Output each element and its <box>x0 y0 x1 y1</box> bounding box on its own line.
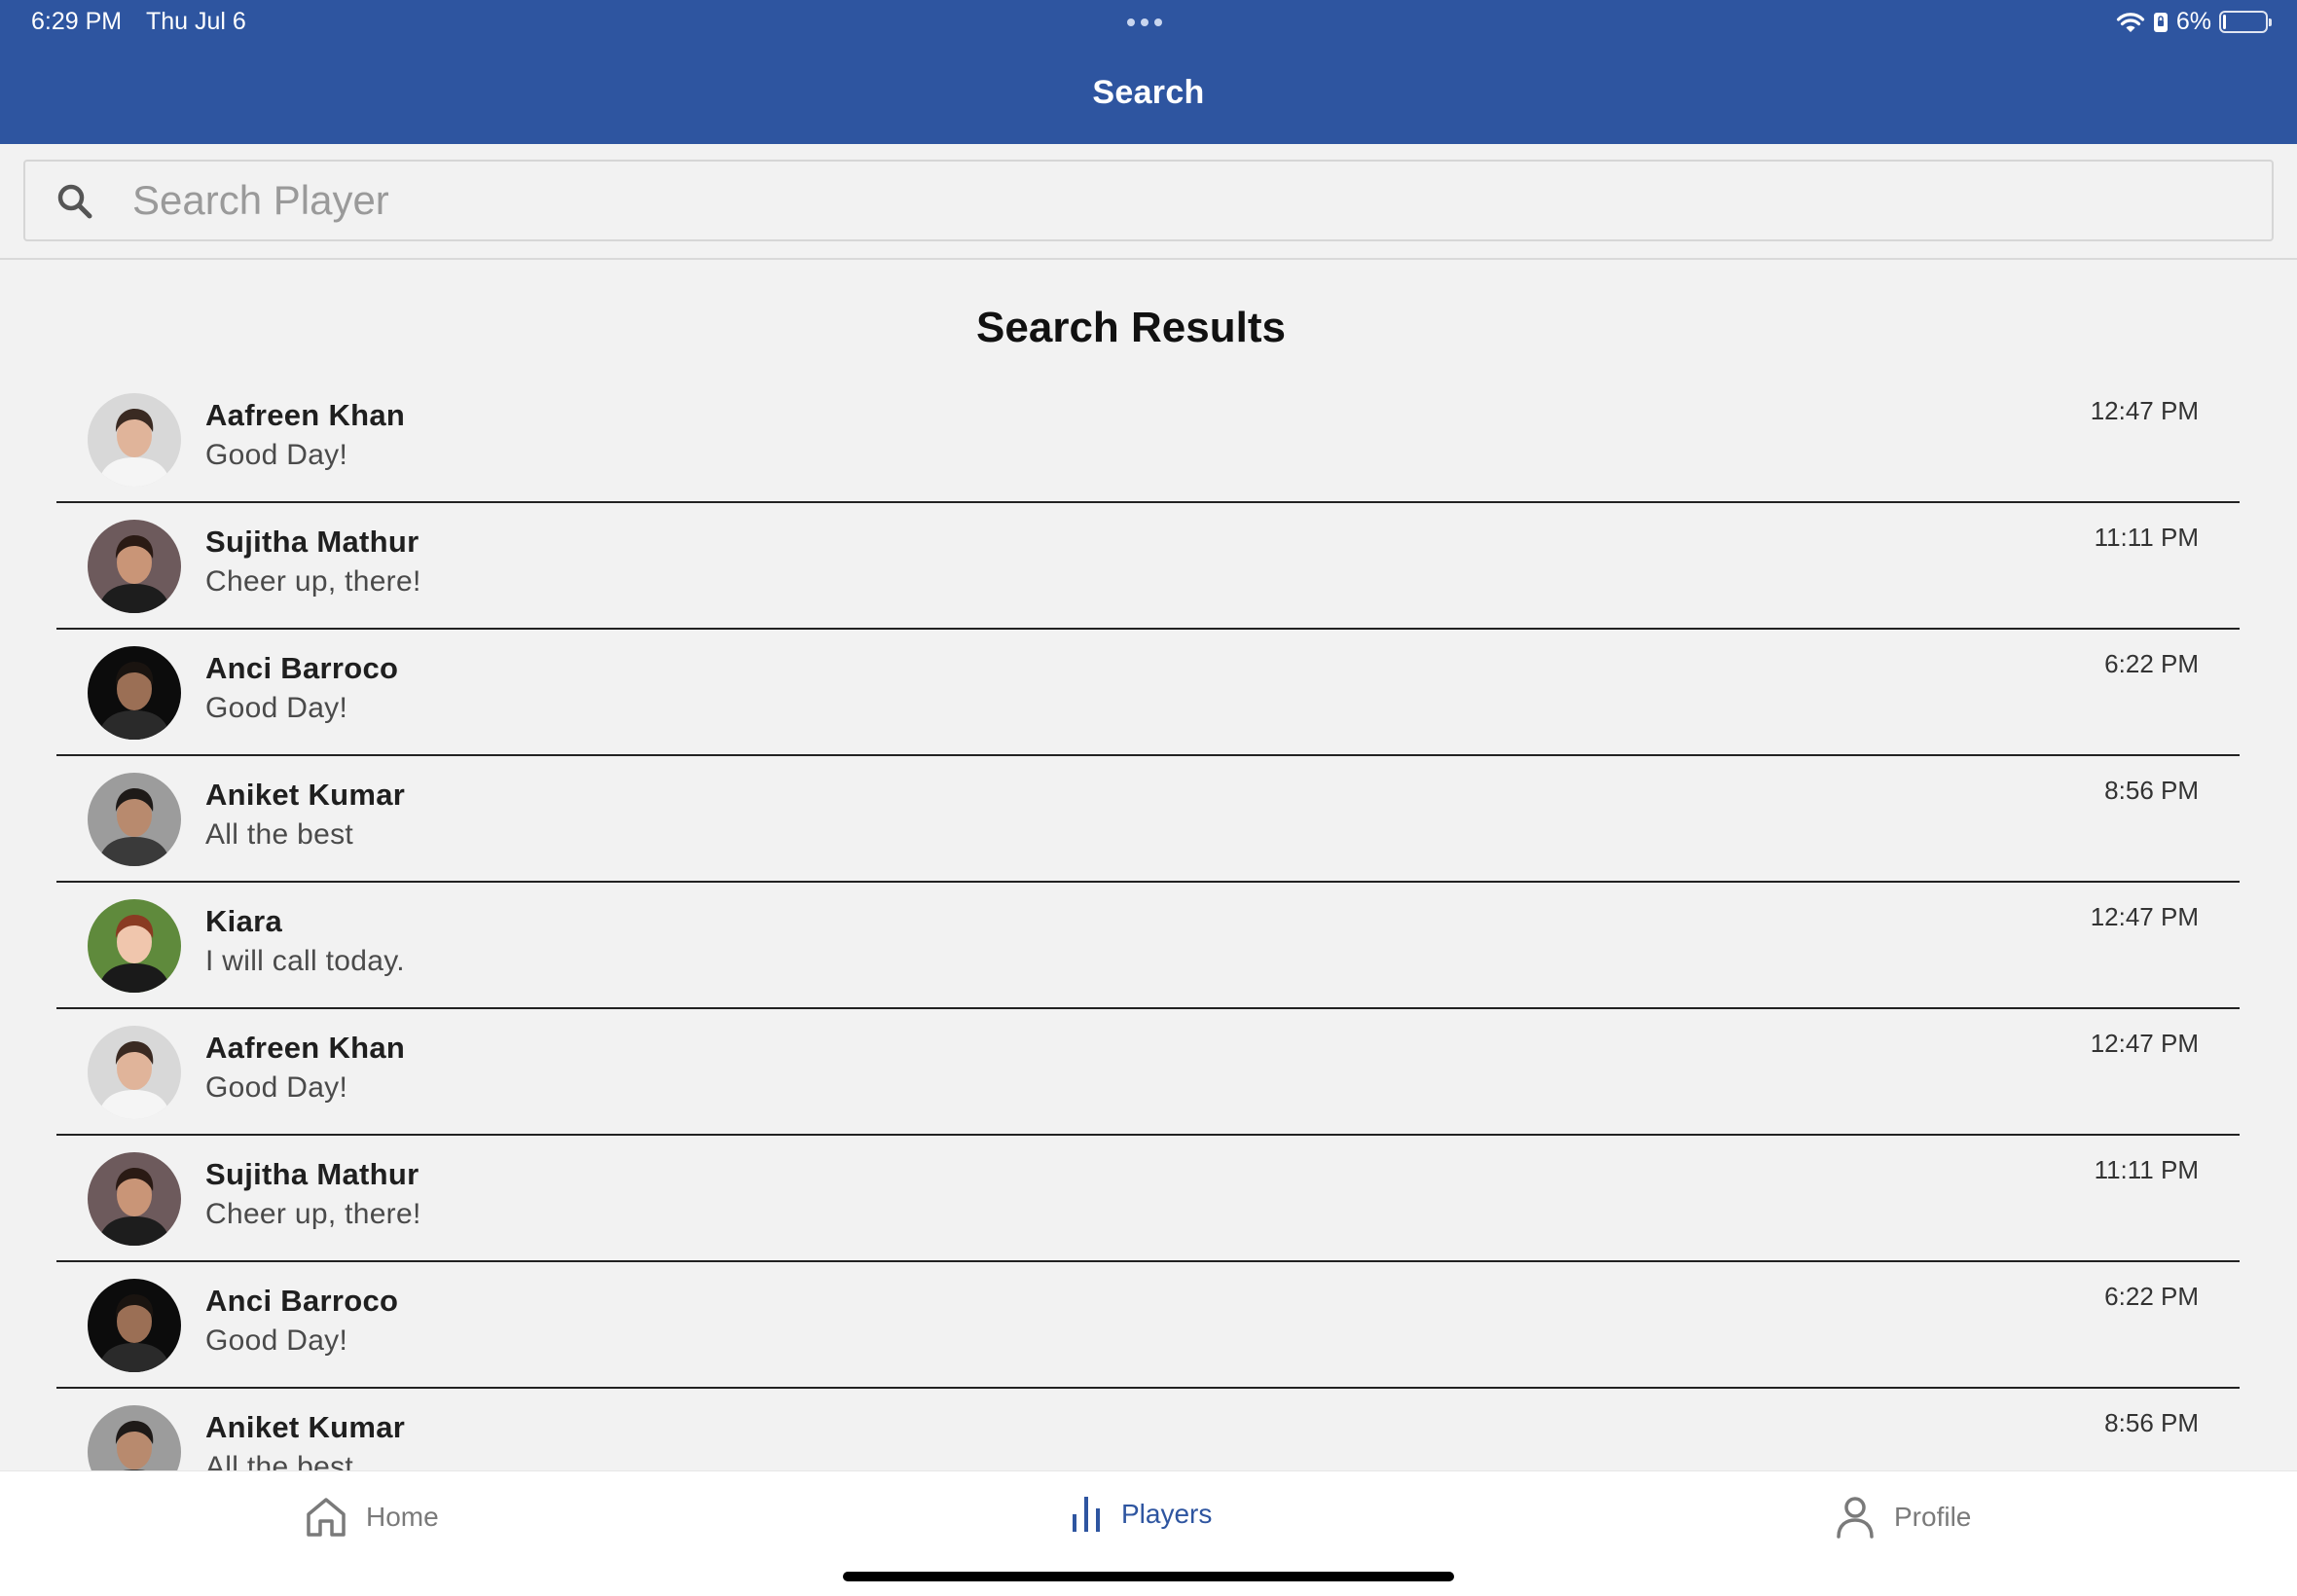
result-item[interactable]: Aafreen Khan Good Day! 12:47 PM <box>56 1009 2240 1136</box>
player-name: Anci Barroco <box>205 651 399 685</box>
tab-home-label: Home <box>366 1502 439 1532</box>
avatar <box>88 1152 181 1246</box>
player-message: All the best <box>205 1451 354 1470</box>
tab-players[interactable]: Players <box>1069 1495 1212 1534</box>
player-message: All the best <box>205 818 354 851</box>
avatar <box>88 773 181 866</box>
message-time: 11:11 PM <box>2094 523 2199 552</box>
player-name: Anci Barroco <box>205 1284 399 1318</box>
result-item[interactable]: Anci Barroco Good Day! 6:22 PM <box>56 630 2240 756</box>
player-name: Sujitha Mathur <box>205 1157 419 1191</box>
avatar-image <box>88 1152 181 1246</box>
tab-home[interactable]: Home <box>304 1495 439 1540</box>
app-window: 6:29 PM Thu Jul 6 6% Search Search Playe… <box>0 0 2297 1596</box>
search-icon <box>57 184 92 219</box>
status-date: Thu Jul 6 <box>146 8 246 35</box>
result-item[interactable]: Anci Barroco Good Day! 6:22 PM <box>56 1262 2240 1389</box>
player-name: Aafreen Khan <box>205 398 406 432</box>
message-time: 11:11 PM <box>2094 1155 2199 1184</box>
avatar <box>88 1279 181 1372</box>
player-name: Sujitha Mathur <box>205 525 419 559</box>
message-time: 8:56 PM <box>2104 1408 2199 1437</box>
message-time: 12:47 PM <box>2090 396 2199 425</box>
player-name: Kiara <box>205 904 283 938</box>
result-item[interactable]: Sujitha Mathur Cheer up, there! 11:11 PM <box>56 503 2240 630</box>
player-message: Good Day! <box>205 1324 348 1357</box>
avatar-image <box>88 773 181 866</box>
multitasking-dots-icon[interactable] <box>1127 18 1162 26</box>
search-bar <box>0 144 2297 260</box>
player-message: Good Day! <box>205 692 348 724</box>
player-message: I will call today. <box>205 945 405 977</box>
player-name: Aafreen Khan <box>205 1031 406 1065</box>
message-time: 6:22 PM <box>2104 649 2199 678</box>
avatar <box>88 1026 181 1119</box>
status-time: 6:29 PM <box>31 8 123 35</box>
battery-icon <box>2219 11 2272 33</box>
player-message: Good Day! <box>205 439 348 471</box>
avatar-image <box>88 899 181 993</box>
avatar-image <box>88 1279 181 1372</box>
person-icon <box>1837 1497 1874 1539</box>
player-message: Cheer up, there! <box>205 565 421 598</box>
avatar-image <box>88 1405 181 1470</box>
search-input[interactable] <box>132 169 2254 232</box>
orientation-lock-icon <box>2153 12 2168 32</box>
avatar-image <box>88 393 181 487</box>
results-heading: Search Results <box>976 304 1286 351</box>
player-name: Aniket Kumar <box>205 778 406 812</box>
status-indicators: 6% <box>2116 8 2272 36</box>
message-time: 12:47 PM <box>2090 1029 2199 1058</box>
result-item[interactable]: Aafreen Khan Good Day! 12:47 PM <box>56 377 2240 503</box>
message-time: 12:47 PM <box>2090 902 2199 931</box>
avatar-image <box>88 646 181 740</box>
avatar <box>88 646 181 740</box>
result-item[interactable]: Aniket Kumar All the best 8:56 PM <box>56 756 2240 883</box>
player-message: Good Day! <box>205 1071 348 1104</box>
result-item[interactable]: Sujitha Mathur Cheer up, there! 11:11 PM <box>56 1136 2240 1262</box>
player-name: Aniket Kumar <box>205 1410 406 1444</box>
player-message: Cheer up, there! <box>205 1198 421 1230</box>
result-item[interactable]: Aniket Kumar All the best 8:56 PM <box>56 1389 2240 1470</box>
home-indicator[interactable] <box>843 1572 1454 1581</box>
wifi-icon <box>2116 12 2144 32</box>
avatar <box>88 899 181 993</box>
tab-players-label: Players <box>1121 1499 1213 1529</box>
tab-profile-label: Profile <box>1894 1502 1972 1532</box>
avatar <box>88 1405 181 1470</box>
tab-profile[interactable]: Profile <box>1834 1495 1971 1540</box>
home-icon <box>307 1498 346 1537</box>
avatar-image <box>88 520 181 613</box>
message-time: 6:22 PM <box>2104 1282 2199 1311</box>
avatar-image <box>88 1026 181 1119</box>
search-box[interactable] <box>23 160 2274 241</box>
avatar <box>88 393 181 487</box>
app-header: 6:29 PM Thu Jul 6 6% Search <box>0 0 2297 144</box>
result-item[interactable]: Kiara I will call today. 12:47 PM <box>56 883 2240 1009</box>
bar-chart-icon <box>1073 1497 1100 1532</box>
avatar <box>88 520 181 613</box>
battery-percentage: 6% <box>2175 8 2211 35</box>
results-list[interactable]: Aafreen Khan Good Day! 12:47 PM Sujitha Mat… <box>56 377 2240 1470</box>
page-title: Search <box>1092 74 1205 111</box>
message-time: 8:56 PM <box>2104 776 2199 805</box>
